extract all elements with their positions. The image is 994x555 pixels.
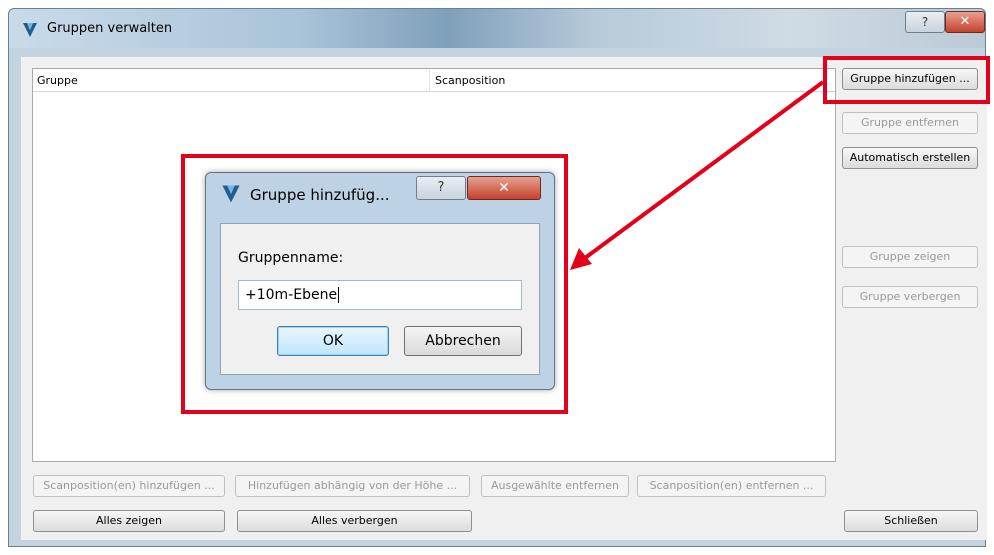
callout-arrow	[570, 80, 825, 270]
